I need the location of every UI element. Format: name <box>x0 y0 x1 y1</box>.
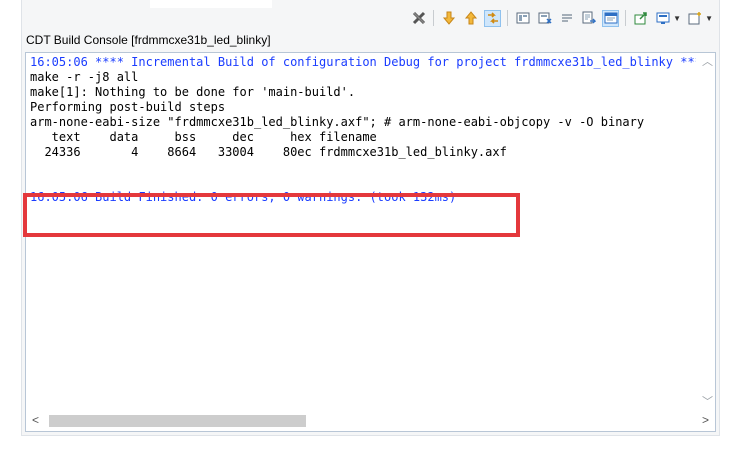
console-line: text data bss dec hex filename <box>30 130 377 144</box>
horizontal-scroll-thumb[interactable] <box>49 415 306 427</box>
show-error-in-editor-icon[interactable] <box>484 9 502 27</box>
console-line: 16:05:06 **** Incremental Build of confi… <box>30 55 696 69</box>
console-line: Performing post-build steps <box>30 100 226 114</box>
console-line: make[1]: Nothing to be done for 'main-bu… <box>30 85 356 99</box>
toolbar-separator <box>625 10 627 26</box>
tab-header-strip <box>150 0 272 8</box>
vertical-scrollbar[interactable]: ︿ ﹀ <box>701 57 713 408</box>
highlight-box <box>23 193 520 237</box>
console-line: arm-none-eabi-size "frdmmcxe31b_led_blin… <box>30 115 645 129</box>
new-console-view-icon[interactable] <box>686 10 703 27</box>
console-line: make -r -j8 all <box>30 70 139 84</box>
scroll-right-icon[interactable]: > <box>702 413 709 427</box>
display-selected-console-icon[interactable] <box>654 10 671 27</box>
toolbar-separator <box>507 10 509 26</box>
copy-build-log-icon[interactable] <box>580 10 597 27</box>
console-output-area[interactable]: 16:05:06 **** Incremental Build of confi… <box>25 52 716 432</box>
console-title: CDT Build Console [frdmmcxe31b_led_blink… <box>26 33 271 47</box>
open-console-icon[interactable] <box>632 10 649 27</box>
pin-console-icon[interactable] <box>602 9 620 27</box>
scroll-lock-icon[interactable] <box>536 10 553 27</box>
remove-all-terminated-icon[interactable] <box>410 10 427 27</box>
clear-console-icon[interactable] <box>514 10 531 27</box>
horizontal-scrollbar[interactable]: < > <box>26 411 715 431</box>
chevron-down-icon[interactable]: ▼ <box>673 14 681 23</box>
toolbar-separator <box>433 10 435 26</box>
console-line: 24336 4 8664 33004 80ec frdmmcxe31b_led_… <box>30 145 507 159</box>
console-toolbar: ▼ ▼ <box>410 8 713 28</box>
word-wrap-icon[interactable] <box>558 10 575 27</box>
chevron-down-icon[interactable]: ▼ <box>705 14 713 23</box>
previous-error-icon[interactable] <box>462 10 479 27</box>
scroll-left-icon[interactable]: < <box>32 413 39 427</box>
scroll-up-icon[interactable]: ︿ <box>702 57 713 68</box>
next-error-icon[interactable] <box>440 10 457 27</box>
scroll-down-icon[interactable]: ﹀ <box>702 397 713 408</box>
